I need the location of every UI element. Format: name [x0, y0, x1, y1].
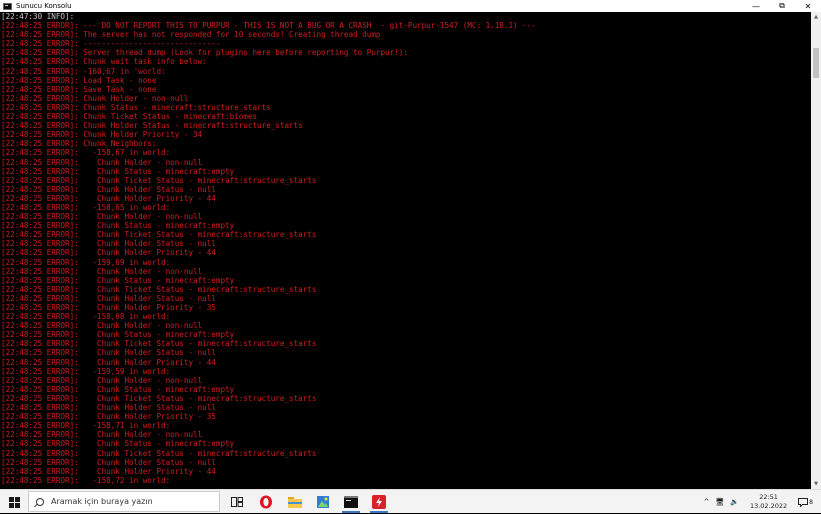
console-line: [22:48:25 ERROR]: Chunk Holder Priority … — [1, 466, 216, 476]
console-line: [22:48:25 ERROR]: Chunk Status - minecra… — [1, 221, 235, 231]
console-output[interactable]: [22:47:30 INFO]: [22:48:25 ERROR]: --- DO… — [0, 12, 811, 489]
console-line: [22:48:25 ERROR]: -158,68 in world: — [1, 312, 171, 322]
app-flash-taskbar-button[interactable] — [366, 492, 392, 513]
console-line: [22:48:25 ERROR]: Chunk Holder Status - … — [1, 121, 303, 131]
console-line: [22:48:25 ERROR]: -159,69 in world: — [1, 257, 171, 267]
console-icon — [344, 496, 358, 508]
opera-icon — [260, 495, 272, 509]
console-line: [22:48:25 ERROR]: Chunk Status - minecra… — [1, 166, 235, 176]
app-flash-icon — [372, 495, 386, 509]
start-button[interactable] — [0, 490, 28, 514]
file-explorer-taskbar-button[interactable] — [282, 492, 308, 512]
console-line: [22:48:25 ERROR]: Chunk Holder Priority … — [1, 193, 216, 203]
console-line: [22:48:25 ERROR]: Chunk Holder Priority … — [1, 130, 203, 140]
console-line: [22:48:25 ERROR]: Chunk Holder Status - … — [1, 239, 216, 249]
console-line: [22:48:25 ERROR]: ----------------------… — [1, 39, 221, 49]
notifications-icon[interactable]: 8 — [798, 497, 813, 507]
console-line: [22:48:25 ERROR]: Chunk Holder Status - … — [1, 403, 216, 413]
console-scrollbar[interactable]: ▲ ▼ — [811, 12, 821, 489]
console-line: [22:48:25 ERROR]: The server has not res… — [1, 30, 381, 40]
tray-chevron-icon[interactable]: ^ — [703, 498, 709, 506]
console-line: [22:48:25 ERROR]: Chunk Status - minecra… — [1, 102, 271, 112]
console-line: [22:48:25 ERROR]: Chunk Ticket Status - … — [1, 284, 317, 294]
console-line: [22:48:25 ERROR]: Chunk Holder - non-nul… — [1, 375, 203, 385]
console-line: [22:48:25 ERROR]: Chunk Holder - non-nul… — [1, 212, 203, 222]
notification-bubble-icon — [798, 497, 809, 507]
console-line: [22:48:25 ERROR]: -160,67 in 'world: — [1, 66, 166, 76]
console-line: [22:48:25 ERROR]: -158,71 in world: — [1, 421, 171, 431]
task-view-button[interactable] — [224, 492, 250, 512]
console-line: [22:48:25 ERROR]: Chunk Neighbors: — [1, 139, 157, 149]
console-line: [22:48:25 ERROR]: Chunk Holder Priority … — [1, 357, 216, 367]
console-line: [22:48:25 ERROR]: Save Task - none — [1, 84, 157, 94]
photos-taskbar-button[interactable] — [310, 492, 336, 512]
windows-logo-icon — [8, 496, 20, 508]
console-line: [22:48:25 ERROR]: -158,65 in world: — [1, 202, 171, 212]
console-line: [22:48:25 ERROR]: Chunk Ticket Status - … — [1, 448, 317, 458]
task-view-icon — [231, 497, 243, 507]
console-line: [22:48:25 ERROR]: --- DO NOT REPORT THIS… — [1, 21, 536, 31]
notification-count: 8 — [809, 498, 813, 506]
opera-taskbar-button[interactable] — [253, 492, 279, 512]
window-controls: — ⧉ ✕ — [743, 0, 821, 12]
console-line: [22:48:25 ERROR]: Chunk Holder Priority … — [1, 412, 216, 422]
console-line: [22:48:25 ERROR]: Server thread dump (Lo… — [1, 48, 408, 58]
file-explorer-icon — [288, 497, 302, 508]
console-line: [22:48:25 ERROR]: Chunk Ticket Status - … — [1, 230, 317, 240]
console-line: [22:48:25 ERROR]: Chunk Holder Status - … — [1, 184, 216, 194]
console-line: [22:48:25 ERROR]: Chunk Holder - non-nul… — [1, 93, 189, 103]
minimize-button[interactable]: — — [743, 0, 769, 12]
taskbar-clock[interactable]: 22:51 13.02.2022 — [750, 493, 787, 511]
search-placeholder: Aramak için buraya yazın — [51, 497, 153, 506]
console-line: [22:48:25 ERROR]: Chunk Holder Status - … — [1, 457, 216, 467]
console-line: [22:48:25 ERROR]: Chunk Ticket Status - … — [1, 112, 258, 122]
console-line: [22:47:30 INFO]: — [1, 12, 75, 21]
console-line: [22:48:25 ERROR]: Chunk Ticket Status - … — [1, 339, 317, 349]
console-line: [22:48:25 ERROR]: -159,59 in world: — [1, 366, 171, 376]
console-line: [22:48:25 ERROR]: Load Task - none — [1, 75, 157, 85]
console-line: [22:48:25 ERROR]: Chunk Holder - non-nul… — [1, 321, 203, 331]
photos-icon — [317, 496, 329, 508]
console-line: [22:48:25 ERROR]: Chunk Status - minecra… — [1, 439, 235, 449]
window-title: Sunucu Konsolu — [16, 2, 72, 10]
close-button[interactable]: ✕ — [795, 0, 821, 12]
console-line: [22:48:25 ERROR]: Chunk Status - minecra… — [1, 384, 235, 394]
console-app-icon — [3, 2, 12, 10]
console-line: [22:48:25 ERROR]: Chunk Ticket Status - … — [1, 175, 317, 185]
scroll-down-arrow-icon[interactable]: ▼ — [811, 479, 821, 489]
volume-icon[interactable]: 🔉 — [730, 498, 739, 506]
taskbar-search-box[interactable]: Aramak için buraya yazın — [28, 491, 220, 512]
network-icon[interactable]: 🖥 — [715, 498, 724, 506]
console-line: [22:48:25 ERROR]: Chunk Holder Priority … — [1, 248, 216, 258]
console-line: [22:48:25 ERROR]: Chunk wait task info b… — [1, 57, 207, 67]
scrollbar-thumb[interactable] — [813, 48, 819, 78]
taskbar: Aramak için buraya yazın ^ 🖥 🔉 22:51 13.… — [0, 489, 821, 513]
console-line: [22:48:25 ERROR]: Chunk Holder Priority … — [1, 303, 216, 312]
console-line: [22:48:25 ERROR]: Chunk Holder Status - … — [1, 348, 216, 358]
console-line: [22:48:25 ERROR]: -158,67 in world: — [1, 148, 171, 158]
console-line: [22:48:25 ERROR]: Chunk Ticket Status - … — [1, 393, 317, 403]
clock-date: 13.02.2022 — [749, 502, 788, 510]
window-titlebar[interactable]: Sunucu Konsolu — ⧉ ✕ — [0, 0, 821, 12]
console-line: [22:48:25 ERROR]: Chunk Holder - non-nul… — [1, 430, 203, 440]
console-line: [22:48:25 ERROR]: Chunk Status - minecra… — [1, 275, 235, 285]
console-line: [22:48:25 ERROR]: -158,72 in world: — [1, 475, 171, 485]
scroll-up-arrow-icon[interactable]: ▲ — [811, 12, 821, 22]
console-line: [22:48:25 ERROR]: Chunk Holder Status - … — [1, 293, 216, 303]
console-line: [22:48:25 ERROR]: Chunk Holder - non-nul… — [1, 157, 203, 167]
search-icon — [36, 497, 44, 506]
console-taskbar-button[interactable] — [338, 492, 364, 513]
console-line: [22:48:25 ERROR]: Chunk Status - minecra… — [1, 330, 235, 340]
console-line: [22:48:25 ERROR]: Chunk Holder - non-nul… — [1, 266, 203, 276]
system-tray: ^ 🖥 🔉 22:51 13.02.2022 8 — [700, 490, 821, 514]
clock-time: 22:51 — [759, 493, 778, 501]
maximize-button[interactable]: ⧉ — [769, 0, 795, 12]
